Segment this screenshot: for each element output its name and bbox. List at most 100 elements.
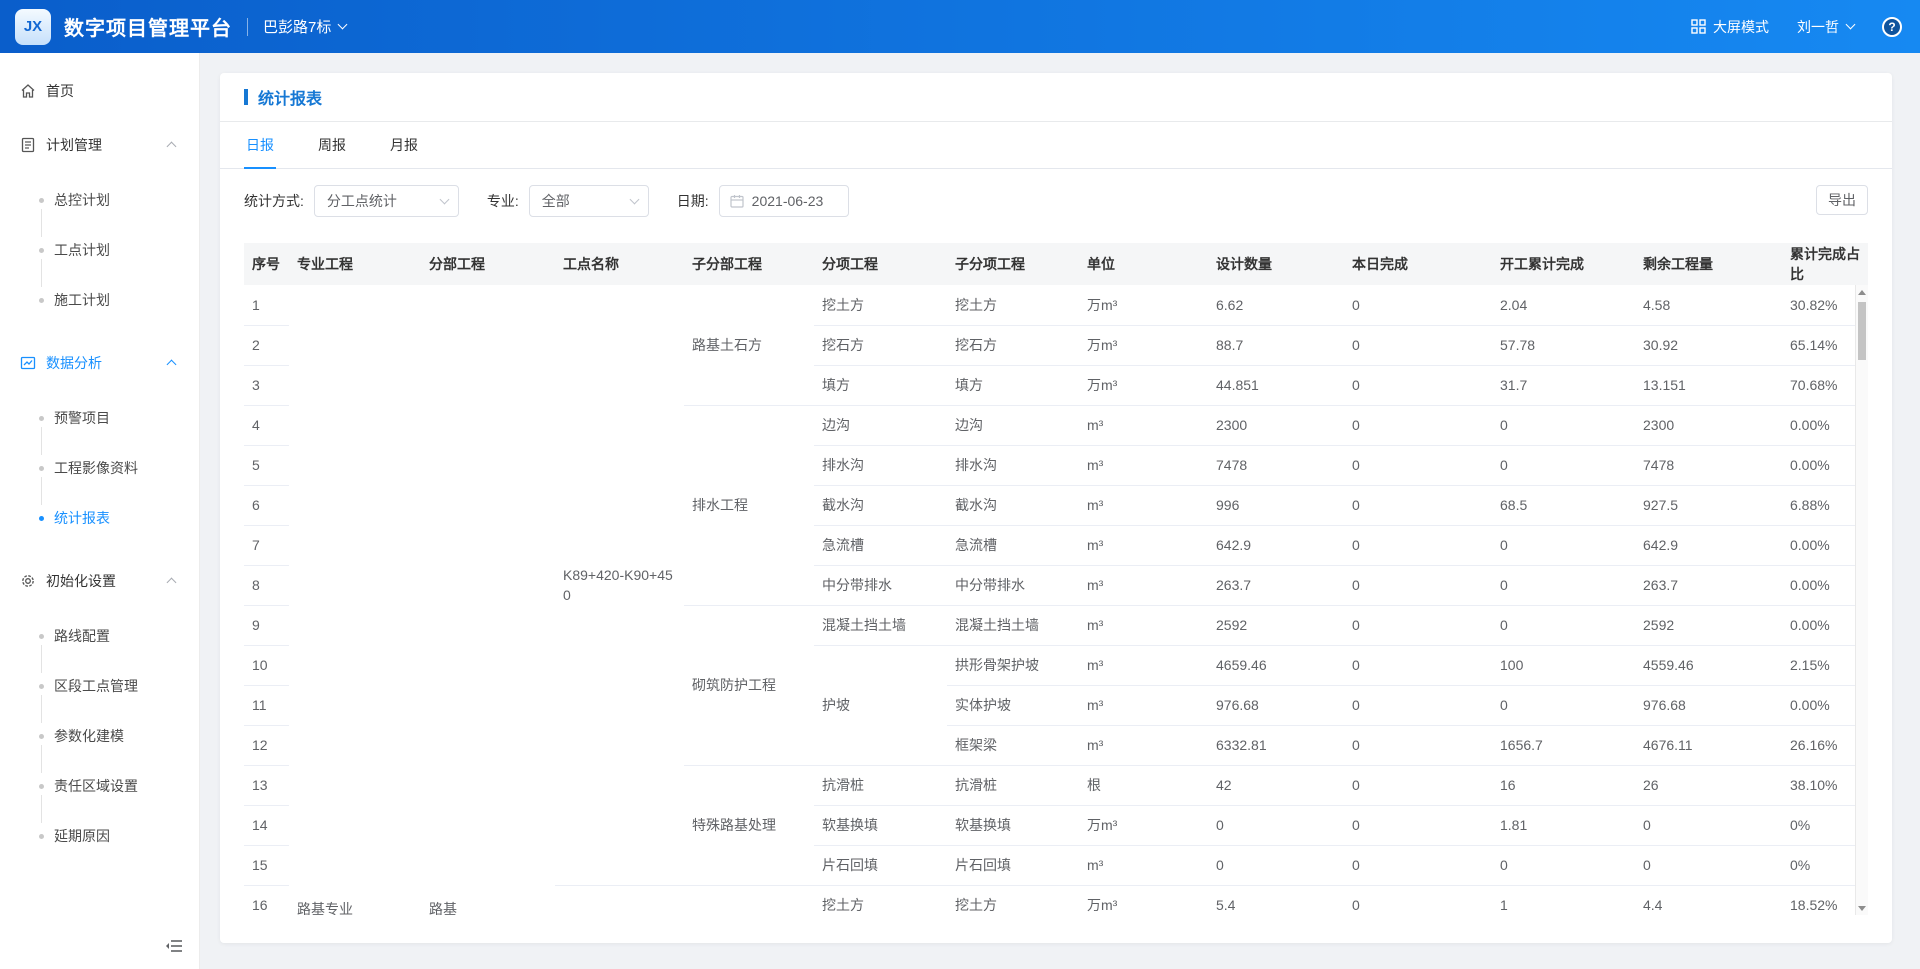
stat-method-select[interactable]: 分工点统计	[314, 185, 459, 217]
table-cell: 9	[244, 605, 289, 645]
sidebar-group-label: 数据分析	[46, 353, 102, 373]
table-cell: m³	[1079, 525, 1208, 565]
table-cell: 642.9	[1635, 525, 1782, 565]
column-header: 开工累计完成	[1492, 243, 1635, 285]
help-icon[interactable]: ?	[1882, 17, 1902, 37]
table-cell: 万m³	[1079, 285, 1208, 325]
table-cell: 15	[244, 845, 289, 885]
date-picker[interactable]: 2021-06-23	[719, 185, 849, 217]
stat-method-value: 分工点统计	[327, 191, 397, 211]
table-cell: 砌筑防护工程	[684, 605, 814, 765]
table-cell: 2592	[1208, 605, 1344, 645]
sidebar-item-home[interactable]: 首页	[0, 69, 199, 113]
tab-monthly-report[interactable]: 月报	[388, 135, 420, 168]
scrollbar-thumb[interactable]	[1858, 302, 1866, 360]
user-menu[interactable]: 刘一哲	[1797, 17, 1854, 37]
table-cell: 排水沟	[814, 445, 947, 485]
sidebar-item-route-config[interactable]: 路线配置	[0, 611, 199, 661]
sidebar-item-section-worksite-mgmt[interactable]: 区段工点管理	[0, 661, 199, 711]
table-cell: 边沟	[814, 405, 947, 445]
table-cell: 0	[1492, 525, 1635, 565]
tab-weekly-report[interactable]: 周报	[316, 135, 348, 168]
big-screen-label: 大屏模式	[1713, 17, 1769, 37]
sidebar-item-label: 工程影像资料	[54, 458, 138, 478]
table-cell: 3	[244, 365, 289, 405]
sidebar-collapse-button[interactable]	[161, 933, 187, 959]
table-cell: 2592	[1635, 605, 1782, 645]
sidebar-item-label: 工点计划	[54, 240, 110, 260]
sidebar-item-responsibility-area[interactable]: 责任区域设置	[0, 761, 199, 811]
table-cell: 0	[1344, 565, 1492, 605]
sidebar-item-label: 路线配置	[54, 626, 110, 646]
table-cell: 截水沟	[814, 485, 947, 525]
sidebar-group-initial-settings[interactable]: 初始化设置	[0, 559, 199, 603]
app-title: 数字项目管理平台	[64, 12, 232, 41]
sidebar-item-worksite-plan[interactable]: 工点计划	[0, 225, 199, 275]
table-cell: 976.68	[1208, 685, 1344, 725]
table-cell: 实体护坡	[947, 685, 1079, 725]
sidebar-item-master-plan[interactable]: 总控计划	[0, 175, 199, 225]
table-cell: 0	[1344, 605, 1492, 645]
sidebar-item-construction-plan[interactable]: 施工计划	[0, 275, 199, 325]
export-button[interactable]: 导出	[1816, 185, 1868, 215]
table-cell: 44.851	[1208, 365, 1344, 405]
tab-daily-report[interactable]: 日报	[244, 135, 276, 169]
sidebar-item-parametric-modeling[interactable]: 参数化建模	[0, 711, 199, 761]
table-cell: 0	[1344, 845, 1492, 885]
sidebar-group-label: 计划管理	[46, 135, 102, 155]
sidebar-item-statistics-report[interactable]: 统计报表	[0, 493, 199, 543]
table-cell: 6.62	[1208, 285, 1344, 325]
sidebar-group-plan-management[interactable]: 计划管理	[0, 123, 199, 167]
table-cell: 0	[1344, 645, 1492, 685]
table-cell: 31.7	[1492, 365, 1635, 405]
sidebar-item-label: 统计报表	[54, 508, 110, 528]
grid-icon	[1691, 19, 1706, 34]
filter-bar: 统计方式: 分工点统计 专业: 全部 日期: 2021-06-23 导出	[220, 185, 1892, 217]
table-cell: 0	[1344, 885, 1492, 915]
project-selector[interactable]: 巴彭路7标	[263, 16, 346, 37]
table-cell: 4676.11	[1635, 725, 1782, 765]
table-cell: m³	[1079, 565, 1208, 605]
table-cell: 0	[1344, 285, 1492, 325]
table-cell: 护坡	[814, 645, 947, 765]
sidebar-item-label: 首页	[46, 81, 74, 101]
sidebar-item-label: 施工计划	[54, 290, 110, 310]
bullet-icon	[39, 198, 44, 203]
date-value: 2021-06-23	[752, 193, 824, 209]
table-cell: 万m³	[1079, 325, 1208, 365]
table-cell: 中分带排水	[814, 565, 947, 605]
major-label: 专业:	[487, 191, 519, 211]
table-cell: 13.151	[1635, 365, 1782, 405]
table-cell: 框架梁	[947, 725, 1079, 765]
title-divider	[247, 18, 248, 36]
table-cell: 0	[1492, 445, 1635, 485]
table-cell: 1	[1492, 885, 1635, 915]
table-cell: 6	[244, 485, 289, 525]
sidebar-item-delay-reason[interactable]: 延期原因	[0, 811, 199, 861]
table-cell: 4	[244, 405, 289, 445]
help-glyph: ?	[1888, 20, 1895, 34]
table-cell: 0	[1344, 685, 1492, 725]
table-cell: 42	[1208, 765, 1344, 805]
table-cell: m³	[1079, 645, 1208, 685]
sidebar-group-data-analysis[interactable]: 数据分析	[0, 341, 199, 385]
bullet-icon	[39, 784, 44, 789]
column-header: 设计数量	[1208, 243, 1344, 285]
table-cell: 急流槽	[814, 525, 947, 565]
table-cell: 中分带排水	[947, 565, 1079, 605]
scrollbar-down-arrow[interactable]	[1856, 901, 1868, 915]
big-screen-mode-button[interactable]: 大屏模式	[1691, 17, 1769, 37]
bullet-icon	[39, 298, 44, 303]
column-header: 累计完成占比	[1782, 243, 1868, 285]
table-cell: 0	[1344, 725, 1492, 765]
scrollbar-up-arrow[interactable]	[1856, 285, 1868, 299]
table-cell: 挖土方	[947, 885, 1079, 915]
sidebar-item-warning-projects[interactable]: 预警项目	[0, 393, 199, 443]
table-cell: 8	[244, 565, 289, 605]
bullet-icon	[39, 834, 44, 839]
table-cell: 0	[1208, 805, 1344, 845]
table-cell: 挖土方	[814, 885, 947, 915]
table-cell: 2	[244, 325, 289, 365]
major-select[interactable]: 全部	[529, 185, 649, 217]
sidebar-item-project-media[interactable]: 工程影像资料	[0, 443, 199, 493]
